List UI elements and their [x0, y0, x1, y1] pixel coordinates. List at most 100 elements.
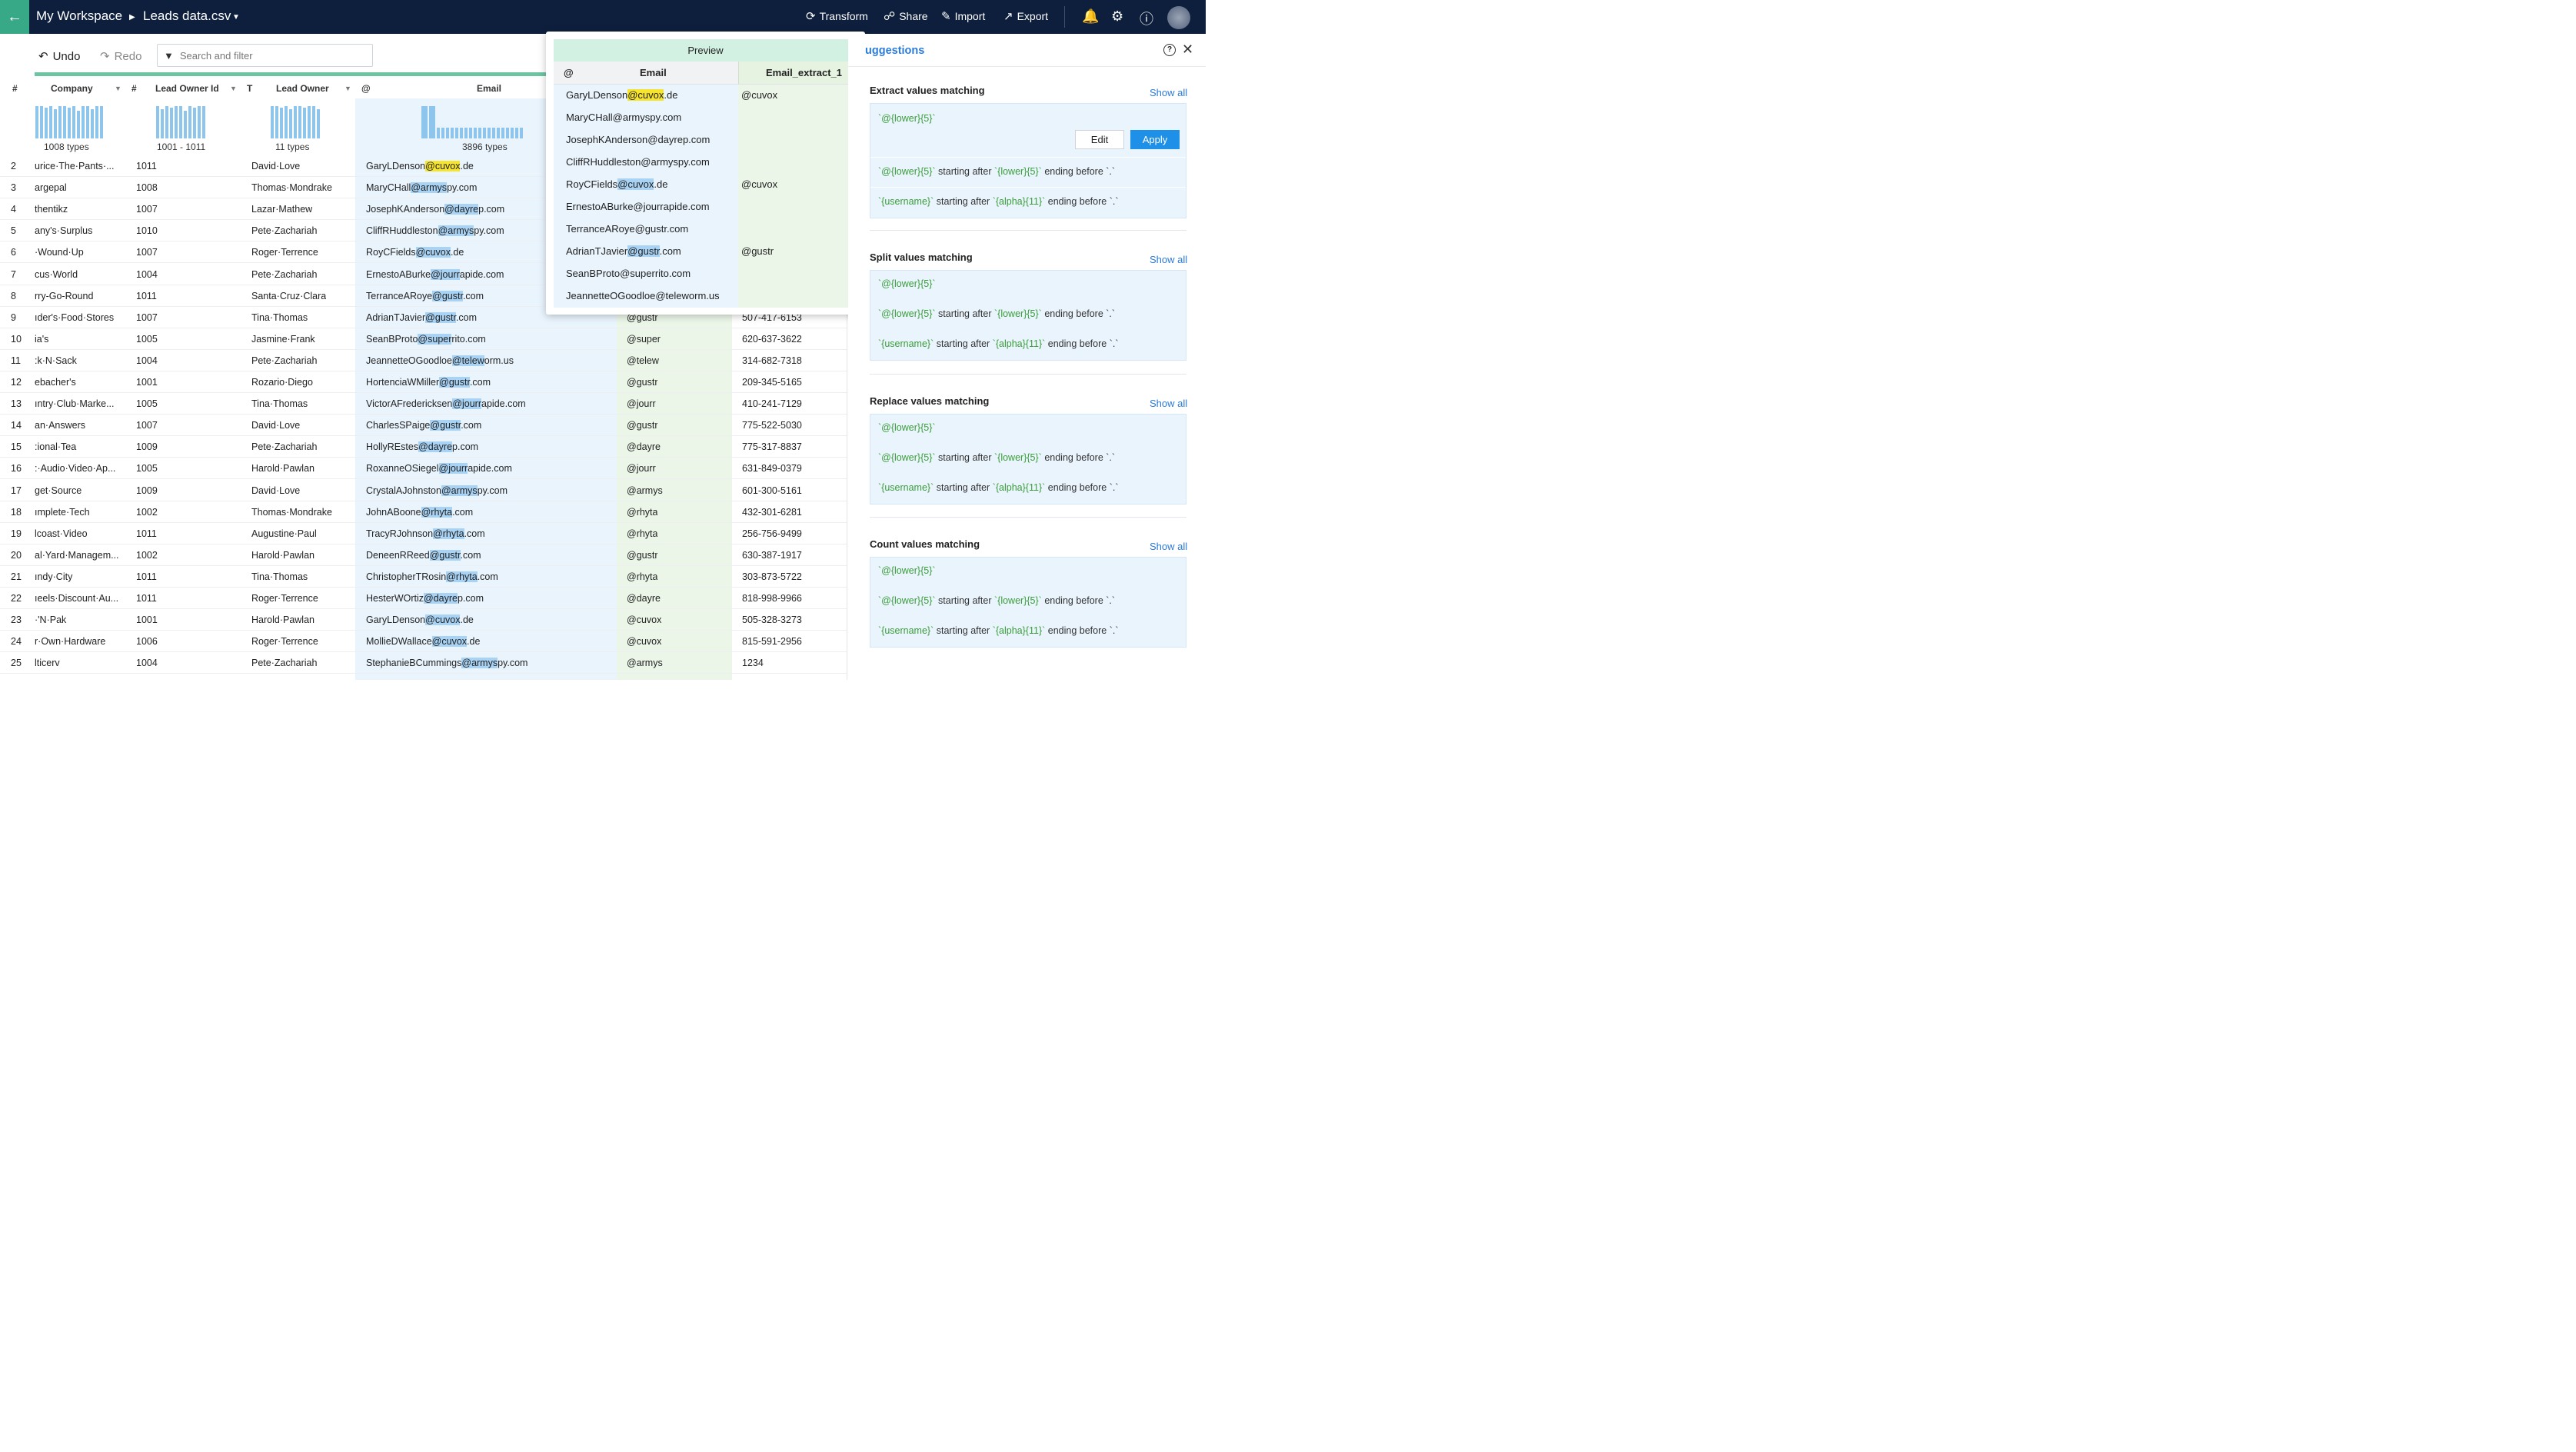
lead-owner-cell[interactable]: Tina·Thomas	[251, 571, 308, 582]
email-cell[interactable]: HollyREstes@dayrep.com	[366, 441, 478, 453]
extract-cell[interactable]: @gustr	[627, 377, 657, 388]
company-cell[interactable]: get·Source	[35, 485, 121, 496]
email-cell[interactable]: GaryLDenson@cuvox.de	[366, 614, 474, 626]
search-input[interactable]: ▼ Search and filter	[157, 44, 373, 67]
column-header-company[interactable]: Company ▼	[35, 78, 125, 98]
column-header-lead-owner[interactable]: T Lead Owner ▼	[241, 78, 354, 98]
phone-cell[interactable]: 303-873-5722	[742, 571, 802, 582]
lead-owner-id-cell[interactable]: 1011	[136, 593, 157, 604]
email-cell[interactable]: VictorAFredericksen@jourrapide.com	[366, 398, 526, 410]
lead-owner-cell[interactable]: Pete·Zachariah	[251, 355, 317, 366]
lead-owner-cell[interactable]: Roger·Terrence	[251, 636, 318, 647]
table-row[interactable]: 10 ia's 1005 Jasmine·Frank SeanBProto@superr…	[0, 328, 847, 350]
company-cell[interactable]: ındy·City	[35, 571, 121, 582]
email-cell[interactable]: RoyCFields@cuvox.de	[366, 247, 464, 258]
email-cell[interactable]: ErnestoABurke@jourrapide.com	[366, 268, 504, 280]
table-row[interactable]: 12 ebacher's 1001 Rozario·Diego HortenciaWMi…	[0, 371, 847, 393]
suggestion-pattern[interactable]: `{username}` starting after `{alpha}{11}…	[878, 482, 1119, 493]
company-cell[interactable]: lcoast·Video	[35, 528, 121, 539]
table-row[interactable]: 18 ımplete·Tech 1002 Thomas·Mondrake JohnABo…	[0, 501, 847, 523]
company-cell[interactable]: ıder's·Food·Stores	[35, 312, 121, 323]
gear-icon[interactable]: ⚙	[1111, 8, 1123, 25]
share-button[interactable]: ☍ Share	[884, 9, 928, 23]
phone-cell[interactable]: 815-591-2956	[742, 636, 802, 647]
company-cell[interactable]: :k·N·Sack	[35, 355, 121, 366]
workspace-breadcrumb[interactable]: My Workspace	[36, 8, 122, 24]
email-cell[interactable]: StephanieBCummings@armyspy.com	[366, 658, 528, 669]
lead-owner-histogram[interactable]	[271, 106, 320, 138]
chevron-down-icon[interactable]: ▼	[115, 85, 121, 92]
lead-owner-cell[interactable]: Pete·Zachariah	[251, 658, 317, 668]
back-arrow-icon[interactable]: ←	[0, 0, 29, 34]
suggestion-pattern[interactable]: `@{lower}{5}`	[878, 113, 936, 124]
bell-icon[interactable]: 🔔	[1082, 8, 1099, 25]
suggestion-pattern[interactable]: `{username}` starting after `{alpha}{11}…	[878, 196, 1119, 207]
export-button[interactable]: ↗ Export	[1003, 9, 1048, 23]
extract-cell[interactable]: @gustr	[627, 420, 657, 431]
lead-owner-id-cell[interactable]: 1009	[136, 485, 158, 496]
email-histogram[interactable]	[421, 106, 523, 138]
show-all-link[interactable]: Show all	[1150, 87, 1187, 98]
lead-owner-id-cell[interactable]: 1011	[136, 161, 157, 172]
lead-owner-cell[interactable]: Harold·Pawlan	[251, 550, 315, 561]
extract-cell[interactable]: @armys	[627, 658, 663, 668]
phone-cell[interactable]: 314-682-7318	[742, 355, 802, 366]
table-row[interactable]: 24 r·Own·Hardware 1006 Roger·Terrence Mollie…	[0, 631, 847, 653]
lead-owner-id-cell[interactable]: 1007	[136, 204, 158, 215]
chevron-down-icon[interactable]: ▼	[344, 85, 351, 92]
lead-owner-id-cell[interactable]: 1004	[136, 355, 158, 366]
lead-owner-id-cell[interactable]: 1001	[136, 614, 158, 625]
redo-button[interactable]: ↷ Redo	[100, 49, 141, 64]
lead-owner-cell[interactable]: Harold·Pawlan	[251, 463, 315, 474]
email-cell[interactable]: JeannetteOGoodloe@teleworm.us	[366, 355, 514, 366]
email-cell[interactable]: SeanBProto@superrito.com	[366, 333, 486, 345]
company-cell[interactable]: al·Yard·Managem...	[35, 550, 121, 561]
phone-cell[interactable]: 432-301-6281	[742, 507, 802, 518]
phone-cell[interactable]: 818-998-9966	[742, 593, 802, 604]
lead-owner-id-cell[interactable]: 1010	[136, 225, 158, 236]
email-cell[interactable]: CliffRHuddleston@armyspy.com	[366, 225, 504, 237]
lead-owner-id-cell[interactable]: 1011	[136, 571, 157, 582]
email-cell[interactable]: CharlesSPaige@gustr.com	[366, 420, 481, 431]
lead-owner-id-cell[interactable]: 1007	[136, 247, 158, 258]
lead-owner-cell[interactable]: Tina·Thomas	[251, 312, 308, 323]
lead-owner-cell[interactable]: David·Love	[251, 161, 300, 172]
email-cell[interactable]: DeneenRReed@gustr.com	[366, 549, 481, 561]
suggestion-pattern[interactable]: `@{lower}{5}` starting after `{lower}{5}…	[878, 452, 1115, 463]
table-row[interactable]: 22 ıeels·Discount·Au... 1011 Roger·Terrence…	[0, 588, 847, 609]
table-row[interactable]: 16:·Audio·Video·Ap... 1005 Harold·Pawlan Ro…	[0, 458, 847, 480]
phone-cell[interactable]: 630-387-1917	[742, 550, 802, 561]
email-cell[interactable]: JohnABoone@rhyta.com	[366, 506, 473, 518]
email-cell[interactable]: MaryCHall@armyspy.com	[366, 182, 477, 194]
lead-owner-cell[interactable]: Pete·Zachariah	[251, 225, 317, 236]
company-cell[interactable]: thentikz	[35, 204, 121, 215]
chevron-down-icon[interactable]: ▼	[230, 85, 237, 92]
table-row[interactable]: 20 al·Yard·Managem... 1002 Harold·Pawlan Den…	[0, 544, 847, 566]
phone-cell[interactable]: 505-328-3273	[742, 614, 802, 625]
suggestion-pattern[interactable]: `@{lower}{5}`	[878, 565, 936, 576]
company-cell[interactable]: ıntry·Club·Marke...	[35, 398, 121, 409]
transform-button[interactable]: ⟳ Transform	[806, 9, 868, 23]
company-cell[interactable]: ·Wound·Up	[35, 247, 121, 258]
apply-button[interactable]: Apply	[1130, 130, 1180, 149]
lead-owner-cell[interactable]: Santa·Cruz·Clara	[251, 291, 326, 301]
email-cell[interactable]: TerranceARoye@gustr.com	[366, 290, 484, 301]
phone-cell[interactable]: 601-300-5161	[742, 485, 802, 496]
lead-owner-cell[interactable]: Harold·Pawlan	[251, 614, 315, 625]
extract-cell[interactable]: @jourr	[627, 463, 656, 474]
phone-cell[interactable]: 775-317-8837	[742, 441, 802, 452]
table-row[interactable]: 17 get·Source 1009 David·Love CrystalAJohnst…	[0, 480, 847, 501]
phone-cell[interactable]: 410-241-7129	[742, 398, 802, 409]
lead-owner-id-cell[interactable]: 1006	[136, 636, 158, 647]
lead-owner-cell[interactable]: Rozario·Diego	[251, 377, 313, 388]
extract-cell[interactable]: @rhyta	[627, 507, 657, 518]
company-cell[interactable]: lticerv	[35, 658, 121, 668]
help-icon[interactable]: ?	[1163, 44, 1176, 56]
email-cell[interactable]: RoxanneOSiegel@jourrapide.com	[366, 463, 512, 475]
extract-cell[interactable]: @cuvox	[627, 636, 661, 647]
extract-cell[interactable]: @rhyta	[627, 528, 657, 539]
extract-cell[interactable]: @gustr	[627, 550, 657, 561]
company-cell[interactable]: ia's	[35, 334, 121, 345]
phone-cell[interactable]: 620-637-3622	[742, 334, 802, 345]
company-cell[interactable]: r·Own·Hardware	[35, 636, 121, 647]
